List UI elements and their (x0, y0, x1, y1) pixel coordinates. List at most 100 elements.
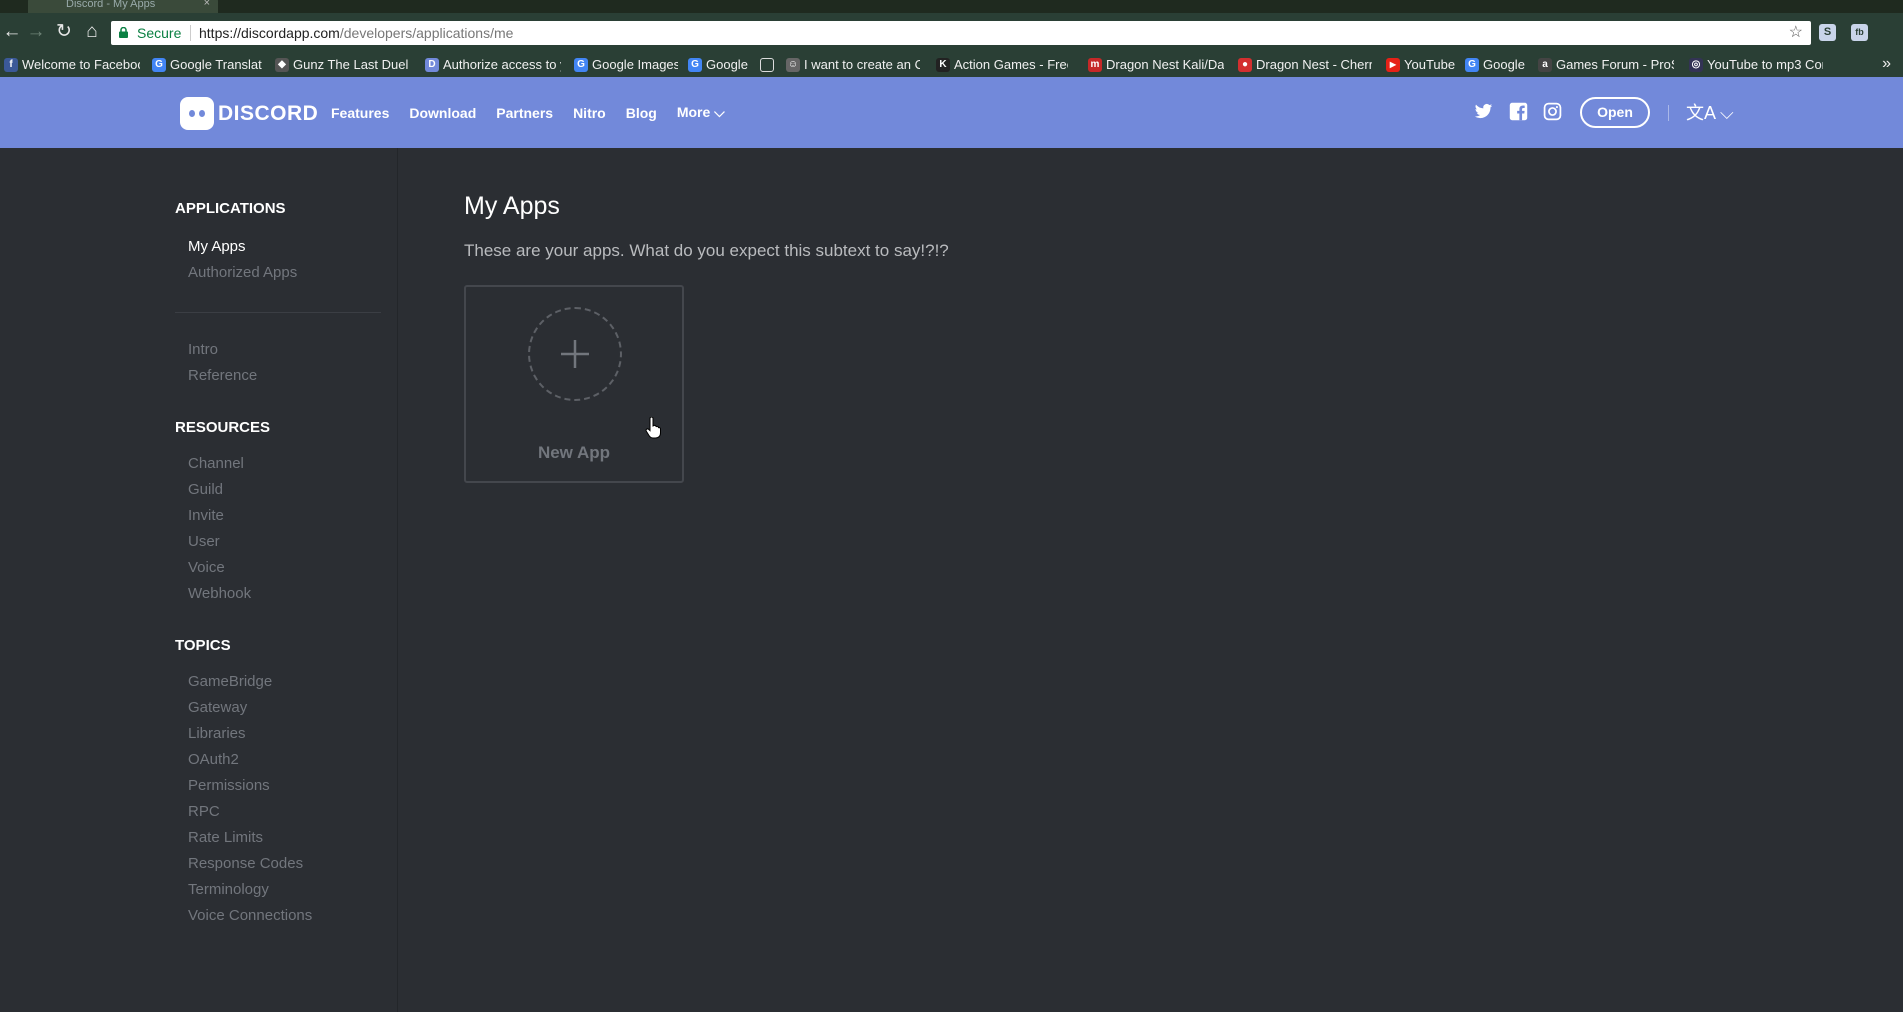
sidebar-item-webhook[interactable]: Webhook (188, 585, 251, 602)
sidebar-section-topics: TOPICS (175, 637, 231, 654)
sidebar-section-applications: APPLICATIONS (175, 200, 286, 217)
dragon-nest-icon: m (1088, 58, 1102, 72)
main-nav: Features Download Partners Nitro Blog Mo… (331, 77, 745, 148)
sidebar-item-invite[interactable]: Invite (188, 507, 224, 524)
url-path: /developers/applications/me (339, 25, 514, 41)
discord-logo[interactable]: DISCORD (180, 97, 318, 130)
youtube-icon: ▶ (1386, 58, 1400, 72)
bookmark-item[interactable]: ◆ Gunz The Last Duel - (273, 56, 409, 74)
converter-icon: ◎ (1689, 58, 1703, 72)
sidebar-item-channel[interactable]: Channel (188, 455, 244, 472)
bookmark-item[interactable]: a Games Forum - ProSi (1536, 56, 1674, 74)
bookmark-item[interactable]: m Dragon Nest Kali/Dan (1086, 56, 1224, 74)
discord-icon: D (425, 58, 439, 72)
nav-nitro[interactable]: Nitro (573, 105, 606, 121)
sidebar-item-gateway[interactable]: Gateway (188, 699, 247, 716)
home-icon[interactable]: ⌂ (80, 20, 104, 44)
address-bar[interactable]: Secure https://discordapp.com/developers… (111, 21, 1811, 45)
language-selector-icon[interactable]: 文A ⌵ (1686, 99, 1734, 125)
sidebar-item-permissions[interactable]: Permissions (188, 777, 270, 794)
sidebar-divider (175, 312, 381, 313)
bookmark-item[interactable]: ● Dragon Nest - Cherry (1236, 56, 1372, 74)
url-text: https://discordapp.com/developers/applic… (199, 21, 513, 45)
bookmark-label: Google Images (592, 57, 678, 72)
bookmarks-more-icon[interactable]: » (1882, 55, 1891, 73)
bookmark-label: Gunz The Last Duel - (293, 57, 409, 72)
sidebar-item-reference[interactable]: Reference (188, 367, 257, 384)
bookmark-item[interactable]: G Google Images (572, 56, 678, 74)
google-icon: G (688, 58, 702, 72)
facebook-icon[interactable] (1509, 102, 1528, 121)
bookmark-item[interactable]: G Google (686, 56, 750, 74)
open-button[interactable]: Open (1580, 97, 1650, 128)
new-app-circle (528, 307, 622, 401)
hand-cursor-icon (645, 417, 661, 439)
bookmark-label: Google (1483, 57, 1525, 72)
instagram-icon[interactable] (1543, 102, 1562, 121)
bookmark-label: Welcome to Faceboo (22, 57, 140, 72)
nav-blog[interactable]: Blog (626, 105, 657, 121)
bookmark-item[interactable]: D Authorize access to y (423, 56, 561, 74)
extension-s-icon[interactable]: S (1819, 24, 1836, 41)
nav-features[interactable]: Features (331, 105, 389, 121)
bookmark-label: Authorize access to y (443, 57, 561, 72)
new-app-label: New App (537, 443, 611, 462)
tab-title: Discord - My Apps (66, 0, 156, 10)
bookmark-item[interactable] (758, 56, 780, 74)
forum-icon: ☺ (786, 58, 800, 72)
google-icon: G (574, 58, 588, 72)
url-host: https://discordapp.com (199, 25, 340, 41)
bookmarks-bar: f Welcome to Faceboo G Google Translate ◆ G… (0, 53, 1903, 77)
page-title: My Apps (464, 192, 560, 220)
sidebar-item-libraries[interactable]: Libraries (188, 725, 246, 742)
page-subtitle: These are your apps. What do you expect … (464, 241, 949, 260)
secure-label: Secure (137, 25, 182, 41)
bookmark-item[interactable]: ▶ YouTube (1384, 56, 1464, 74)
sidebar-item-terminology[interactable]: Terminology (188, 881, 269, 898)
sidebar-item-voice[interactable]: Voice (188, 559, 225, 576)
browser-toolbar: ← → ↻ ⌂ Secure https://discordapp.com/de… (0, 13, 1903, 53)
sidebar-item-authorized-apps[interactable]: Authorized Apps (188, 264, 297, 281)
bookmark-star-icon[interactable]: ☆ (1789, 21, 1803, 45)
sidebar: APPLICATIONS My Apps Authorized Apps Int… (0, 148, 398, 1012)
reload-icon[interactable]: ↻ (52, 20, 76, 44)
bookmark-item[interactable]: G Google (1463, 56, 1529, 74)
translate-icon: G (152, 58, 166, 72)
bookmark-item[interactable]: G Google Translate (150, 56, 262, 74)
sidebar-section-resources: RESOURCES (175, 419, 271, 436)
site-header: DISCORD Features Download Partners Nitro… (0, 77, 1903, 148)
gunz-icon: ◆ (275, 58, 289, 72)
plus-icon (561, 340, 589, 368)
bookmark-item[interactable]: ◎ YouTube to mp3 Con (1687, 56, 1823, 74)
bookmark-item[interactable]: ☺ I want to create an Or (784, 56, 920, 74)
forward-icon[interactable]: → (24, 20, 48, 44)
sidebar-item-gamebridge[interactable]: GameBridge (188, 673, 272, 690)
cherry-icon: ● (1238, 58, 1252, 72)
bookmark-item[interactable]: f Welcome to Faceboo (2, 56, 140, 74)
back-icon[interactable]: ← (0, 20, 24, 44)
bookmark-item[interactable]: K Action Games - Free (934, 56, 1068, 74)
lock-icon (119, 27, 128, 38)
address-separator (190, 25, 191, 41)
twitter-icon[interactable] (1474, 102, 1493, 121)
sidebar-item-oauth2[interactable]: OAuth2 (188, 751, 239, 768)
sidebar-item-rate-limits[interactable]: Rate Limits (188, 829, 263, 846)
discord-logo-icon (180, 97, 214, 130)
extension-fb-icon[interactable]: fb (1851, 24, 1868, 41)
new-app-card[interactable]: New App (464, 285, 684, 483)
browser-tab[interactable]: Discord - My Apps × (28, 0, 218, 13)
sidebar-item-my-apps[interactable]: My Apps (188, 238, 246, 255)
tab-close-icon[interactable]: × (204, 0, 210, 9)
sidebar-item-rpc[interactable]: RPC (188, 803, 220, 820)
sidebar-item-voice-connections[interactable]: Voice Connections (188, 907, 312, 924)
sidebar-item-response-codes[interactable]: Response Codes (188, 855, 303, 872)
nav-partners[interactable]: Partners (496, 105, 553, 121)
sidebar-item-guild[interactable]: Guild (188, 481, 223, 498)
nav-download[interactable]: Download (409, 105, 476, 121)
bookmark-label: Google Translate (170, 57, 262, 72)
nav-more[interactable]: More ⌵ (677, 104, 725, 121)
page-icon (760, 58, 774, 72)
sidebar-item-user[interactable]: User (188, 533, 220, 550)
bookmark-label: YouTube (1404, 57, 1456, 72)
sidebar-item-intro[interactable]: Intro (188, 341, 218, 358)
